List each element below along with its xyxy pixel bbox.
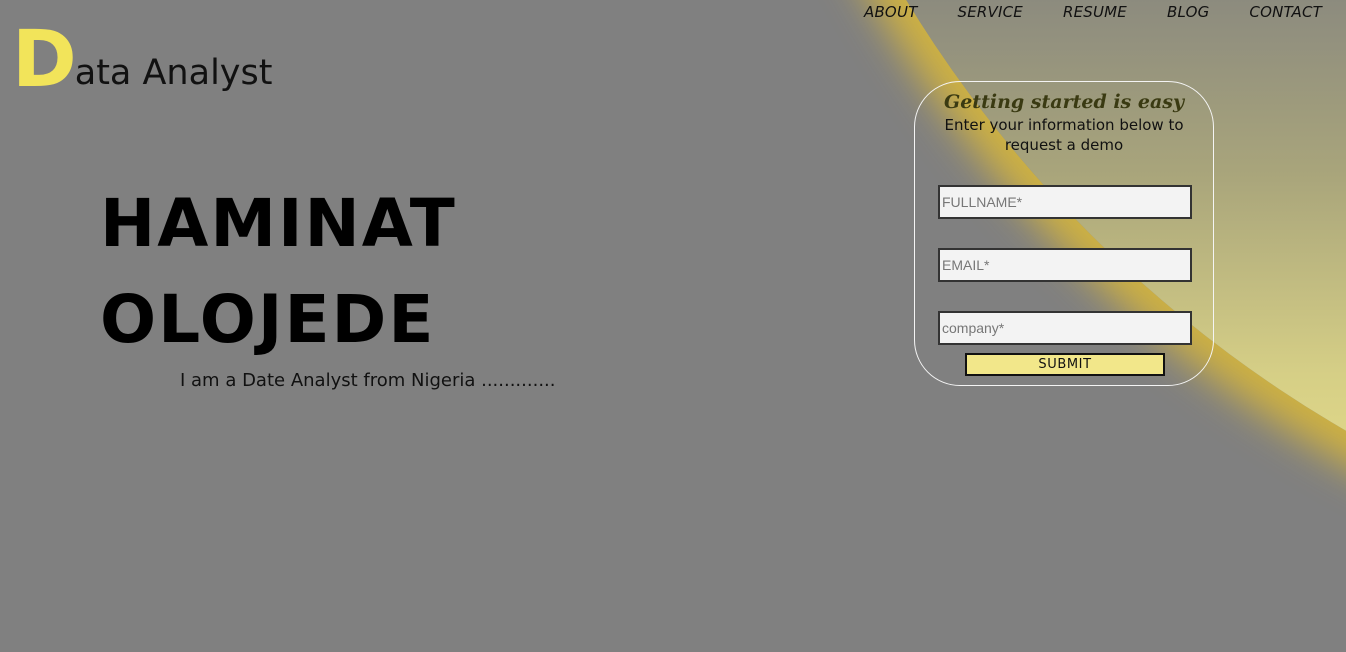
- form-subtitle: Enter your information below to request …: [944, 116, 1184, 154]
- company-input[interactable]: [938, 311, 1192, 345]
- fullname-input[interactable]: [938, 185, 1192, 219]
- logo-text: ata Analyst: [74, 53, 273, 93]
- nav-about[interactable]: ABOUT: [864, 3, 918, 21]
- email-input[interactable]: [938, 248, 1192, 282]
- nav-resume[interactable]: RESUME: [1063, 3, 1127, 21]
- nav-service[interactable]: SERVICE: [957, 3, 1022, 21]
- page: ABOUT SERVICE RESUME BLOG CONTACT D ata …: [0, 0, 1346, 652]
- nav-contact[interactable]: CONTACT: [1249, 3, 1322, 21]
- nav-blog[interactable]: BLOG: [1167, 3, 1209, 21]
- hero-last-name: OLOJEDE: [100, 281, 436, 358]
- hero-name: HAMINAT OLOJEDE: [100, 176, 457, 368]
- submit-button[interactable]: SUBMIT: [965, 353, 1165, 376]
- top-nav: ABOUT SERVICE RESUME BLOG CONTACT: [864, 3, 1322, 21]
- demo-request-form: Getting started is easy Enter your infor…: [914, 81, 1214, 386]
- hero-tagline: I am a Date Analyst from Nigeria .......…: [180, 370, 556, 391]
- form-title: Getting started is easy: [943, 91, 1185, 113]
- hero-first-name: HAMINAT: [100, 185, 457, 262]
- logo-initial: D: [12, 15, 77, 105]
- site-logo[interactable]: D ata Analyst: [12, 15, 273, 105]
